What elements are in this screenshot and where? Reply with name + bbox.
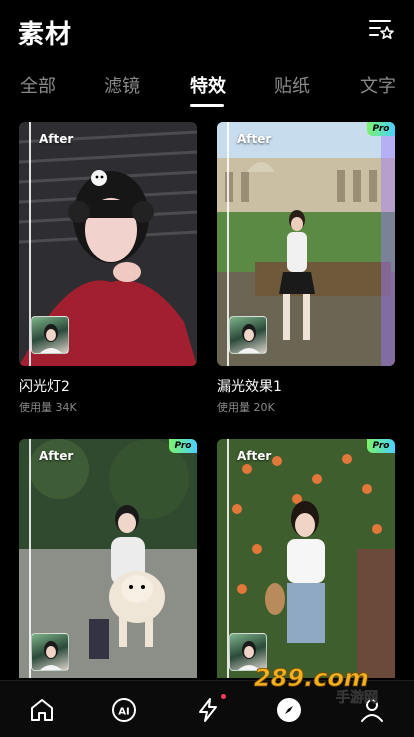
- effect-thumbnail[interactable]: After Pro: [217, 439, 395, 678]
- effect-thumbnail[interactable]: After Pro: [217, 122, 395, 366]
- after-label: After: [237, 449, 272, 463]
- effect-name: 漏光效果1: [217, 379, 282, 395]
- effect-usage: 使用量 34K: [19, 401, 77, 414]
- list-star-icon: [369, 20, 394, 40]
- active-tab-indicator: [190, 104, 224, 107]
- pro-badge: Pro: [367, 122, 395, 136]
- effect-card[interactable]: After Pro 漏光效果1 使用量 20K: [217, 122, 395, 415]
- pro-badge: Pro: [367, 439, 395, 453]
- original-preview: [31, 316, 69, 354]
- effect-thumbnail[interactable]: After: [19, 122, 197, 366]
- ai-label: AI: [118, 707, 129, 718]
- site-watermark: 289.com 手游网: [254, 664, 406, 707]
- svg-text:289.com: 289.com: [254, 664, 369, 692]
- original-preview: [31, 633, 69, 671]
- tab-text[interactable]: 文字: [360, 72, 396, 98]
- page-title: 素材: [18, 20, 73, 50]
- lightning-icon: [199, 698, 217, 722]
- nav-ai[interactable]: AI: [111, 697, 137, 723]
- svg-text:手游网: 手游网: [336, 689, 378, 704]
- after-label: After: [237, 132, 272, 146]
- tab-all[interactable]: 全部: [20, 72, 56, 98]
- after-label: After: [39, 132, 74, 146]
- effect-name: 闪光灯2: [19, 379, 70, 395]
- effect-card[interactable]: After Pro: [217, 439, 395, 678]
- nav-effects[interactable]: [195, 694, 226, 723]
- tab-effects[interactable]: 特效: [190, 72, 226, 98]
- effects-grid: After 闪光灯2 使用量 34K After Pro 漏光效果1 使用量 2…: [0, 118, 414, 678]
- nav-home[interactable]: [29, 697, 55, 723]
- mini-portrait: [238, 324, 260, 353]
- effect-card[interactable]: After 闪光灯2 使用量 34K: [19, 122, 197, 415]
- watermark-logo: 289.com 手游网: [254, 664, 379, 707]
- effect-usage: 使用量 20K: [217, 401, 275, 414]
- mini-portrait: [40, 641, 62, 670]
- effect-card[interactable]: After Pro: [19, 439, 197, 678]
- category-tabs: 全部 滤镜 特效 贴纸 文字: [0, 66, 414, 110]
- effect-thumbnail[interactable]: After Pro: [19, 439, 197, 678]
- notification-dot: [221, 694, 226, 699]
- pro-badge: Pro: [169, 439, 197, 453]
- tab-filters[interactable]: 滤镜: [104, 72, 140, 98]
- favorites-list-button[interactable]: [368, 16, 394, 42]
- after-label: After: [39, 449, 74, 463]
- tab-stickers[interactable]: 贴纸: [274, 72, 310, 98]
- header: 素材: [0, 0, 414, 62]
- ai-icon: AI: [112, 698, 136, 722]
- mini-portrait: [40, 324, 62, 353]
- original-preview: [229, 316, 267, 354]
- home-icon: [31, 699, 53, 721]
